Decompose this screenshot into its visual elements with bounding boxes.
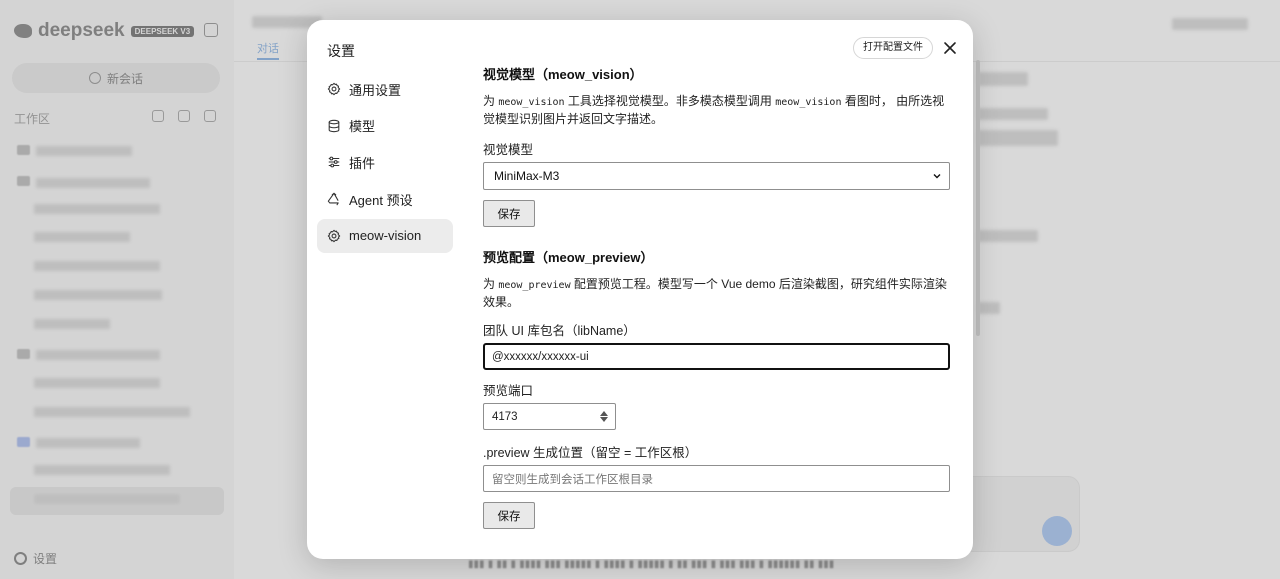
preview-location-input[interactable]: 留空则生成到会话工作区根目录 (483, 465, 950, 492)
save-preview-button[interactable]: 保存 (483, 502, 535, 529)
open-config-file-button[interactable]: 打开配置文件 (853, 37, 933, 59)
desc-code: meow_preview (498, 280, 571, 291)
lib-name-label: 团队 UI 库包名（libName） (483, 324, 636, 338)
sliders-icon (328, 156, 340, 168)
spin-down-icon[interactable] (600, 417, 608, 422)
section-description-preview: 为 meow_preview 配置预览工程。模型写一个 Vue demo 后渲染… (483, 276, 950, 310)
database-icon (328, 119, 340, 132)
nav-item-models[interactable]: 模型 (317, 109, 453, 143)
nav-item-label: 模型 (349, 119, 376, 135)
preview-location-placeholder: 留空则生成到会话工作区根目录 (492, 473, 653, 486)
nav-item-label: meow-vision (349, 228, 422, 244)
preview-port-label: 预览端口 (483, 384, 534, 398)
lib-name-value: @xxxxxx/xxxxxx-ui (492, 350, 589, 363)
section-title-preview: 预览配置（meow_preview） (483, 250, 654, 265)
nav-item-meow-vision[interactable]: meow-vision (317, 218, 453, 253)
settings-nav: 通用设置 模型 插件 Agent 预设 meow-vision (317, 72, 453, 255)
chevron-down-icon (933, 174, 941, 179)
close-icon[interactable] (943, 41, 957, 55)
settings-dialog: 设置 通用设置 模型 插件 Agent 预设 meow-vision 打开配置文… (307, 20, 973, 559)
nav-item-plugins[interactable]: 插件 (317, 145, 453, 179)
vision-model-select[interactable]: MiniMax-M3 (483, 162, 950, 190)
spinner-icon[interactable] (600, 411, 608, 422)
lib-name-input[interactable]: @xxxxxx/xxxxxx-ui (483, 343, 950, 370)
nav-item-general[interactable]: 通用设置 (317, 72, 453, 106)
desc-text: 为 (483, 277, 499, 291)
desc-text: 为 (483, 94, 499, 108)
desc-code: meow_vision (775, 97, 842, 108)
section-description-vision: 为 meow_vision 工具选择视觉模型。非多模态模型调用 meow_vis… (483, 93, 950, 127)
nav-item-label: 插件 (349, 155, 376, 171)
desc-text: 工具选择视觉模型。非多模态模型调用 (564, 94, 776, 108)
desc-code: meow_vision (498, 97, 565, 108)
gear-icon (327, 82, 341, 96)
nav-item-label: 通用设置 (349, 82, 402, 98)
spin-up-icon[interactable] (600, 411, 608, 416)
preview-port-input[interactable]: 4173 (483, 403, 616, 430)
section-title-vision: 视觉模型（meow_vision） (483, 67, 643, 82)
preview-location-label: .preview 生成位置（留空 = 工作区根） (483, 446, 698, 460)
recycle-icon (327, 192, 339, 206)
settings-content: 视觉模型（meow_vision） 为 meow_vision 工具选择视觉模型… (483, 64, 950, 529)
save-vision-button[interactable]: 保存 (483, 200, 535, 227)
gear-icon (327, 229, 341, 242)
vision-model-value: MiniMax-M3 (494, 169, 560, 183)
preview-port-value: 4173 (492, 410, 518, 423)
nav-item-label: Agent 预设 (349, 192, 413, 208)
nav-item-agent-presets[interactable]: Agent 预设 (317, 182, 453, 216)
dialog-title: 设置 (327, 43, 355, 59)
vision-model-label: 视觉模型 (483, 143, 534, 157)
